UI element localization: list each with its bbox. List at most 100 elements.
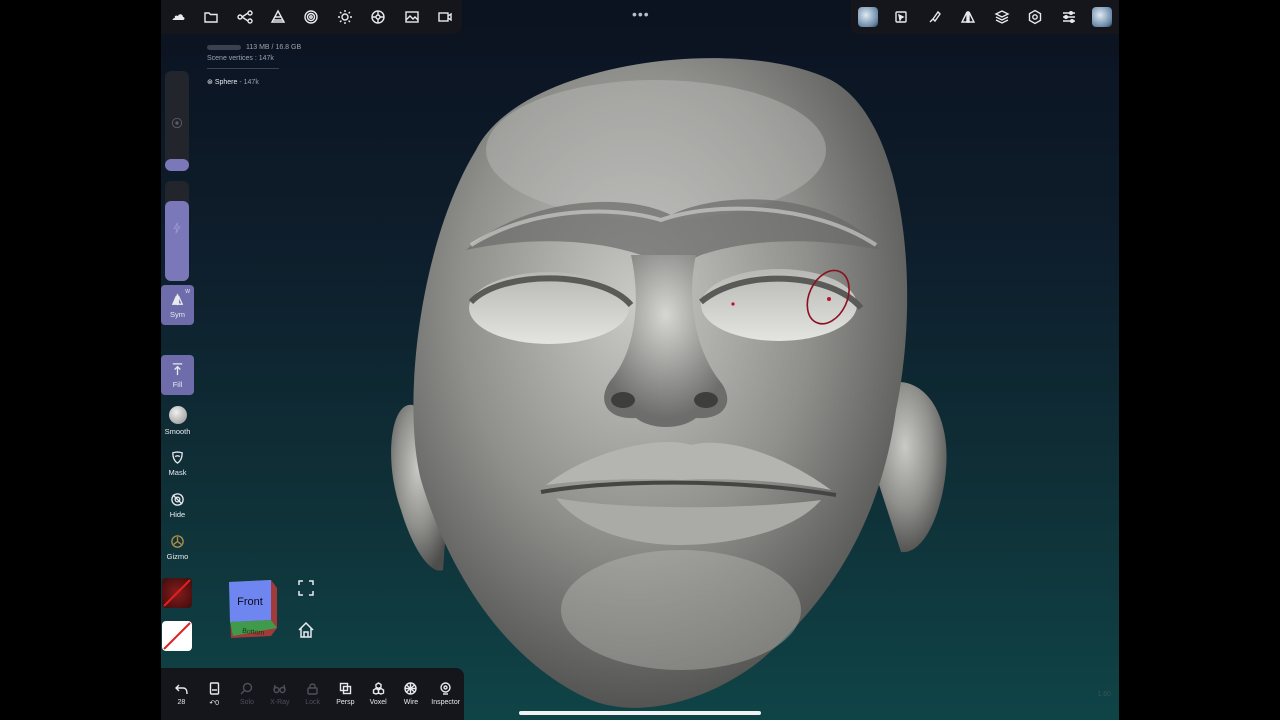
left-eye [469,272,629,344]
radius-slider[interactable] [165,71,189,171]
intensity-slider[interactable] [165,181,189,281]
brush-cursor-center [827,297,831,301]
undo-count: 28 [177,699,186,706]
scene-stats: 113 MB / 16.8 GB Scene vertices : 147k ⊛… [207,42,301,88]
mask-icon [172,450,183,464]
mesh-vertices: - 147k [239,79,259,86]
smooth-tool[interactable]: Smooth [161,401,194,441]
solo-button[interactable]: Solo [231,682,264,706]
radius-slider-fill [165,159,189,171]
fill-icon [172,362,183,375]
wireframe-icon [404,682,418,695]
xray-icon [273,684,286,694]
inspector-icon [440,682,451,695]
inspector-button[interactable]: Inspector [427,682,464,706]
sym-shortcut: W [185,289,190,295]
persp-button[interactable]: Persp [329,682,362,706]
hide-label: Hide [169,509,186,519]
history-button[interactable]: ↶0 [198,681,231,707]
postprocess-button[interactable] [362,0,395,34]
solo-label: Solo [239,699,254,706]
symmetry-icon [171,293,184,305]
gizmo-tool[interactable]: Gizmo [161,527,194,567]
drag-handle-icon[interactable]: ••• [632,6,650,22]
material-button[interactable] [295,0,328,34]
lightning-icon [173,222,181,234]
layers-button[interactable] [985,0,1019,34]
mask-tool[interactable]: Mask [161,443,194,483]
material-thumbnail-button[interactable] [1086,0,1120,34]
top-left-toolbar [161,0,462,34]
undo-icon [174,684,188,695]
gizmo-label: Gizmo [166,551,189,561]
thumbnail-icon [1092,7,1113,27]
fill-tool[interactable]: Fill [161,355,194,395]
files-button[interactable] [194,0,227,34]
folder-icon [204,12,218,23]
xray-button[interactable]: X-Ray [263,682,296,706]
left-toolbar: W Sym Fill Smooth Mask Hide Gizmo [161,66,194,666]
mesh-name: Sphere [214,79,238,86]
topology-button[interactable] [261,0,294,34]
wire-label: Wire [403,699,419,706]
layers-icon [994,10,1010,24]
intensity-slider-fill [165,201,189,281]
view-cube-front-label: Front [237,596,263,608]
cloud-icon [172,14,185,20]
light-button[interactable] [328,0,361,34]
smooth-label: Smooth [164,427,191,436]
stats-divider [207,68,279,69]
settings-button[interactable] [1019,0,1053,34]
history-count: ↶0 [209,699,220,707]
wire-button[interactable]: Wire [395,682,428,706]
xray-label: X-Ray [270,699,290,706]
sym-label: Sym [170,309,185,319]
brush-tool-button[interactable] [918,0,952,34]
hide-tool[interactable]: Hide [161,485,194,525]
image-icon [405,11,419,23]
document-icon [209,681,219,695]
topology-icon [270,9,286,23]
background-image-button[interactable] [395,0,428,34]
voxel-label: Voxel [369,699,387,706]
select-tool-button[interactable] [885,0,919,34]
undo-button[interactable]: 28 [165,682,198,706]
mask-label: Mask [168,467,187,477]
cloud-button[interactable] [161,0,194,34]
voxel-icon [372,682,384,695]
scene-button[interactable] [228,0,261,34]
bottom-toolbar: 28 ↶0 Solo X-Ray Lock Persp Voxel Wire I… [161,668,464,720]
voxel-button[interactable]: Voxel [362,682,395,706]
material-icon [304,10,319,24]
brush-thumbnail-button[interactable] [851,0,885,34]
light-icon [337,10,352,24]
disabled-slash-icon [163,622,191,650]
scene-graph-icon [236,10,253,24]
symmetry-button[interactable] [952,0,986,34]
gizmo-icon [171,534,184,548]
home-indicator[interactable] [519,711,761,715]
material-color-swatch[interactable] [162,578,192,608]
tool-settings-button[interactable] [1052,0,1086,34]
lock-label: Lock [305,699,320,706]
sculpt-viewport[interactable] [361,40,981,720]
lock-button[interactable]: Lock [296,682,329,706]
persp-label: Persp [336,699,355,706]
paint-color-swatch[interactable] [162,621,192,651]
sym-toggle[interactable]: W Sym [161,285,194,325]
postprocess-icon [371,10,386,24]
symmetry-icon [961,11,976,23]
select-icon [895,11,907,23]
lock-icon [307,683,318,695]
home-view-button[interactable] [297,621,315,639]
view-cube[interactable]: Front Bottom [225,578,281,640]
video-icon [438,12,452,22]
frame-button[interactable] [297,579,315,597]
nomad-sculpt-app: ••• 113 MB / 16.8 GB Scene vertices : 14… [161,0,1119,720]
mesh-entry[interactable]: ⊛ Sphere - 147k [207,77,301,88]
search-icon [240,682,253,695]
settings-icon [1029,9,1042,25]
top-right-toolbar [851,0,1119,34]
perspective-icon [339,682,352,695]
record-video-button[interactable] [429,0,462,34]
